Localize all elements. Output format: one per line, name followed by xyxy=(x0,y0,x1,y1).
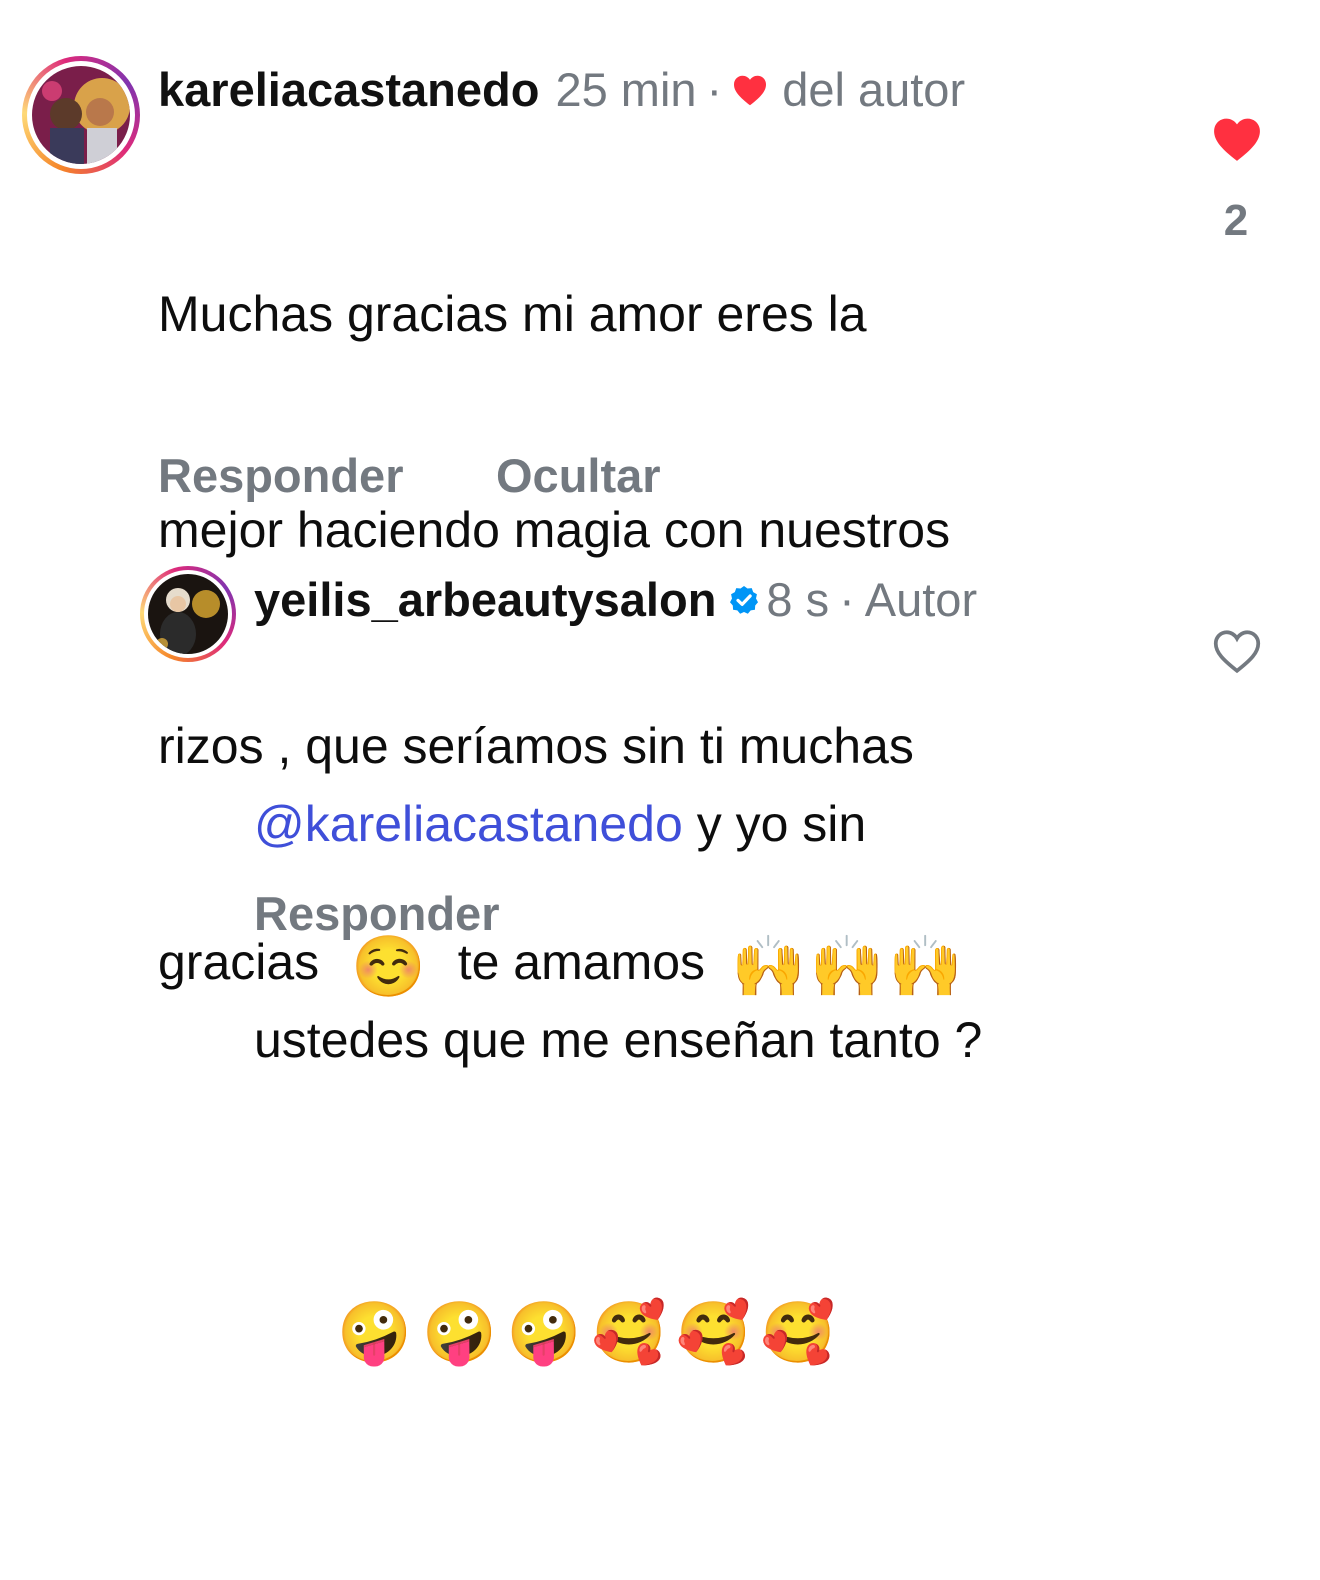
heart-outline-icon xyxy=(1213,630,1261,674)
separator: · xyxy=(839,573,855,626)
emoji-row: 🤪🤪🤪🥰🥰🥰 xyxy=(337,1299,846,1366)
reply-button[interactable]: Responder xyxy=(158,448,404,503)
comment-text: @kareliacastanedo y yo sin ustedes que m… xyxy=(254,644,1174,1580)
timestamp: 25 min xyxy=(555,63,697,116)
hide-button[interactable]: Ocultar xyxy=(496,448,661,503)
like-button[interactable] xyxy=(1212,628,1262,677)
author-badge: Autor xyxy=(864,573,978,626)
avatar-photo xyxy=(148,574,228,654)
separator: · xyxy=(706,63,723,116)
like-button[interactable] xyxy=(1212,116,1262,165)
mention-link[interactable]: @kareliacastanedo xyxy=(254,796,683,852)
timestamp: 8 s xyxy=(766,573,830,626)
reply-button[interactable]: Responder xyxy=(254,886,500,941)
comment-header: kareliacastanedo 25 min · del autor xyxy=(158,62,965,118)
avatar-photo xyxy=(32,66,130,164)
heart-filled-icon xyxy=(1214,118,1260,161)
comment-line: Muchas gracias mi amor eres la xyxy=(158,286,867,342)
verified-badge-icon xyxy=(728,572,760,628)
comment-line: @kareliacastanedo y yo sin xyxy=(254,796,867,852)
comment-line: 🤪🤪🤪🥰🥰🥰 xyxy=(254,1220,1174,1436)
comment-line: mejor haciendo magia con nuestros xyxy=(158,502,951,558)
comment-header: yeilis_arbeautysalon 8 s · Autor xyxy=(254,572,977,628)
author-heart-icon xyxy=(732,74,768,106)
author-badge: del autor xyxy=(782,63,966,116)
avatar-kareliacastanedo[interactable] xyxy=(22,56,140,174)
avatar-yeilis-arbeautysalon[interactable] xyxy=(140,566,236,662)
comment-line: ustedes que me enseñan tanto ? xyxy=(254,1012,983,1068)
like-count: 2 xyxy=(1223,196,1249,245)
username[interactable]: kareliacastanedo xyxy=(158,62,539,118)
username[interactable]: yeilis_arbeautysalon xyxy=(254,572,716,628)
